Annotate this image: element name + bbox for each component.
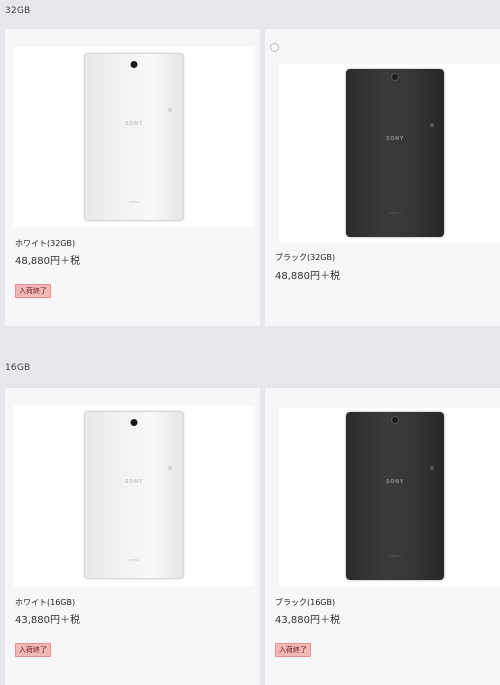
product-card-black-32gb[interactable]: SONY XPERIA ブラック(32GB) 48,880円＋税 [265, 29, 500, 326]
product-image-area: SONY XPERIA [13, 406, 254, 586]
product-name[interactable]: ホワイト(16GB) [15, 597, 75, 608]
brand-logo: SONY [385, 136, 405, 142]
brand-logo: SONY [124, 121, 144, 127]
camera-icon [130, 61, 138, 68]
product-price: 43,880円＋税 [275, 615, 340, 626]
product-card-white-16gb[interactable]: SONY XPERIA ホワイト(16GB) 43,880円＋税 入荷終了 [5, 388, 260, 685]
section-label-16gb: 16GB [5, 363, 31, 373]
sub-brand-logo: XPERIA [128, 558, 140, 562]
status-badge: 入荷終了 [15, 284, 51, 298]
product-price: 48,880円＋税 [275, 271, 340, 282]
nfc-mark-icon [168, 466, 172, 470]
camera-icon [391, 416, 399, 424]
brand-logo: SONY [124, 479, 144, 485]
product-image-area: SONY XPERIA [279, 64, 500, 242]
product-price: 43,880円＋税 [15, 615, 80, 626]
tablet-white-image: SONY XPERIA [84, 411, 184, 579]
product-name[interactable]: ホワイト(32GB) [15, 238, 75, 249]
camera-icon [130, 419, 138, 426]
product-name[interactable]: ブラック(32GB) [275, 252, 335, 263]
product-card-white-32gb[interactable]: SONY XPERIA ホワイト(32GB) 48,880円＋税 入荷終了 [5, 29, 260, 326]
tablet-white-image: SONY XPERIA [84, 53, 184, 221]
brand-logo: SONY [385, 479, 405, 485]
nfc-mark-icon [168, 108, 172, 112]
section-label-32gb: 32GB [5, 6, 31, 16]
product-card-black-16gb[interactable]: SONY XPERIA ブラック(16GB) 43,880円＋税 入荷終了 [265, 388, 500, 685]
camera-icon [391, 73, 399, 81]
product-price: 48,880円＋税 [15, 256, 80, 267]
sub-brand-logo: XPERIA [389, 211, 401, 215]
nfc-mark-icon [430, 123, 434, 127]
sub-brand-logo: XPERIA [128, 200, 140, 204]
select-radio[interactable] [270, 43, 279, 52]
status-badge: 入荷終了 [275, 643, 311, 657]
sub-brand-logo: XPERIA [389, 554, 401, 558]
tablet-black-image: SONY XPERIA [346, 412, 444, 580]
nfc-mark-icon [430, 466, 434, 470]
status-badge: 入荷終了 [15, 643, 51, 657]
product-image-area: SONY XPERIA [279, 408, 500, 586]
product-name[interactable]: ブラック(16GB) [275, 597, 335, 608]
tablet-black-image: SONY XPERIA [346, 69, 444, 237]
product-image-area: SONY XPERIA [13, 47, 254, 227]
